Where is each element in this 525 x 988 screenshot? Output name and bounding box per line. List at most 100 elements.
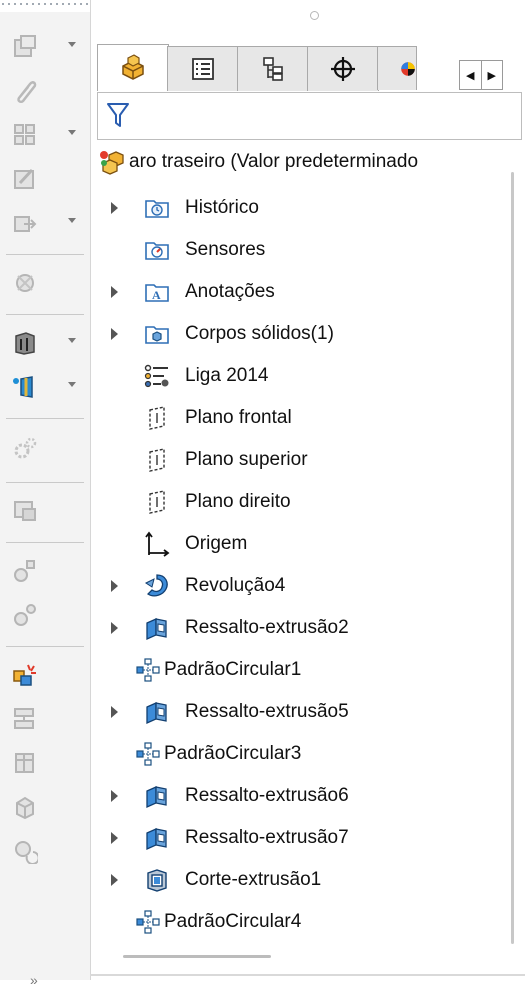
tab-display-manager[interactable]	[377, 46, 417, 90]
origin-icon	[145, 531, 170, 557]
tree-item-padrao-circular1[interactable]: PadrãoCircular1	[91, 650, 511, 690]
chevron-down-icon[interactable]	[68, 130, 76, 135]
layout-button[interactable]	[12, 118, 82, 152]
feature-manager-icon	[122, 54, 144, 80]
filter-icon[interactable]	[106, 101, 130, 129]
tree-item-label: PadrãoCircular1	[164, 659, 302, 680]
insert-part-button[interactable]	[12, 206, 82, 240]
component-button[interactable]	[12, 790, 82, 824]
chevron-down-icon[interactable]	[68, 382, 76, 387]
tree-item-label: Ressalto-extrusão6	[185, 785, 349, 806]
vertical-scrollbar[interactable]	[511, 172, 514, 944]
new-drawing-button[interactable]	[12, 30, 82, 64]
edit-sketch-icon	[14, 168, 34, 189]
tab-configuration-manager[interactable]	[237, 46, 309, 91]
ref-point-button[interactable]	[12, 554, 82, 588]
insert-part-icon	[14, 216, 37, 232]
panel-bottom-border	[90, 974, 525, 976]
tree-item-label: Ressalto-extrusão7	[185, 827, 349, 848]
tree-item-label: PadrãoCircular3	[164, 743, 302, 764]
tree-item-padrao-circular3[interactable]: PadrãoCircular3	[91, 734, 511, 774]
tab-dimxpert-manager[interactable]	[307, 46, 379, 91]
ref-point-icon	[14, 560, 35, 582]
tree-item-historico[interactable]: Histórico	[91, 188, 511, 228]
expand-arrow-icon[interactable]	[111, 706, 118, 718]
tree-item-revolucao4[interactable]: Revolução4	[91, 566, 511, 606]
history-folder-icon	[145, 200, 169, 218]
solid-bodies-folder-icon	[145, 326, 169, 344]
boss-extrude-icon	[146, 617, 167, 641]
tree-item-corte-extrusao1[interactable]: Corte-extrusão1	[91, 860, 511, 900]
tree-item-label: Corpos sólidos(1)	[185, 323, 334, 344]
plane-icon	[149, 490, 165, 514]
tree-item-material[interactable]: Liga 2014	[91, 356, 511, 396]
expand-arrow-icon[interactable]	[111, 328, 118, 340]
tree-item-ressalto-extrusao5[interactable]: Ressalto-extrusão5	[91, 692, 511, 732]
tree-item-sensores[interactable]: Sensores	[91, 230, 511, 270]
view-3d-icon	[15, 332, 35, 355]
toolbar-divider	[6, 314, 84, 315]
mass-properties-button[interactable]	[12, 266, 82, 300]
highlight-parts-button[interactable]	[12, 658, 82, 692]
tree-item-ressalto-extrusao6[interactable]: Ressalto-extrusão6	[91, 776, 511, 816]
plane-icon	[149, 406, 165, 430]
cut-extrude-icon	[147, 869, 167, 892]
boss-extrude-icon	[146, 785, 167, 809]
section-view-button[interactable]	[12, 370, 82, 404]
tree-item-plano-direito[interactable]: Plano direito	[91, 482, 511, 522]
horizontal-scrollbar[interactable]	[123, 955, 271, 958]
edit-sketch-button[interactable]	[12, 162, 82, 196]
tree-item-corpos-solidos[interactable]: Corpos sólidos(1)	[91, 314, 511, 354]
refresh-icon	[15, 841, 38, 864]
ref-point-2-button[interactable]	[12, 598, 82, 632]
tab-property-manager[interactable]	[167, 46, 239, 91]
tree-item-anotacoes[interactable]: A Anotações	[91, 272, 511, 312]
expand-arrow-icon[interactable]	[111, 874, 118, 886]
chevron-down-icon[interactable]	[68, 42, 76, 47]
expand-arrow-icon[interactable]	[111, 286, 118, 298]
annotations-folder-icon: A	[145, 284, 169, 302]
tab-feature-manager[interactable]	[97, 44, 169, 91]
tree-filter-bar[interactable]	[97, 92, 522, 140]
toolbar-divider	[6, 418, 84, 419]
box-button[interactable]	[12, 746, 82, 780]
tree-item-ressalto-extrusao7[interactable]: Ressalto-extrusão7	[91, 818, 511, 858]
more-tools-icon[interactable]: »	[30, 972, 38, 988]
scroll-right-button[interactable]: ▶	[480, 61, 503, 89]
refresh-button[interactable]	[12, 834, 82, 868]
tree-item-label: Ressalto-extrusão2	[185, 617, 349, 638]
svg-text:A: A	[152, 288, 161, 302]
split-button[interactable]	[12, 702, 82, 736]
tree-item-label: Anotações	[185, 281, 275, 302]
highlight-parts-icon	[13, 664, 36, 686]
tab-scroll-control: ◀ ▶	[459, 60, 503, 90]
expand-arrow-icon[interactable]	[111, 202, 118, 214]
tree-item-plano-superior[interactable]: Plano superior	[91, 440, 511, 480]
toolbar-divider	[6, 254, 84, 255]
tree-root[interactable]: aro traseiro (Valor predeterminado	[91, 142, 511, 182]
view-3d-button[interactable]	[12, 326, 82, 360]
configuration-manager-icon	[263, 57, 283, 81]
mass-icon	[16, 274, 34, 292]
chevron-down-icon[interactable]	[68, 218, 76, 223]
tree-item-ressalto-extrusao2[interactable]: Ressalto-extrusão2	[91, 608, 511, 648]
boss-extrude-icon	[146, 701, 167, 725]
section-view-icon	[13, 376, 33, 398]
scroll-left-button[interactable]: ◀	[460, 61, 481, 89]
attach-button[interactable]	[12, 74, 82, 108]
expand-arrow-icon[interactable]	[111, 622, 118, 634]
toolbar-grip-dots	[0, 0, 90, 8]
dim-xpert-manager-icon	[331, 57, 355, 81]
expand-arrow-icon[interactable]	[111, 790, 118, 802]
tree-item-origem[interactable]: Origem	[91, 524, 511, 564]
expand-arrow-icon[interactable]	[111, 832, 118, 844]
new-drawing-icon	[14, 35, 36, 57]
display-state-button[interactable]	[12, 494, 82, 528]
tree-item-label: Plano frontal	[185, 407, 292, 428]
tree-item-plano-frontal[interactable]: Plano frontal	[91, 398, 511, 438]
chevron-down-icon[interactable]	[68, 338, 76, 343]
expand-arrow-icon[interactable]	[111, 580, 118, 592]
gear-settings-button[interactable]	[12, 432, 82, 466]
tree-item-padrao-circular4[interactable]: PadrãoCircular4	[91, 902, 511, 942]
resize-grip-icon[interactable]	[310, 11, 319, 20]
